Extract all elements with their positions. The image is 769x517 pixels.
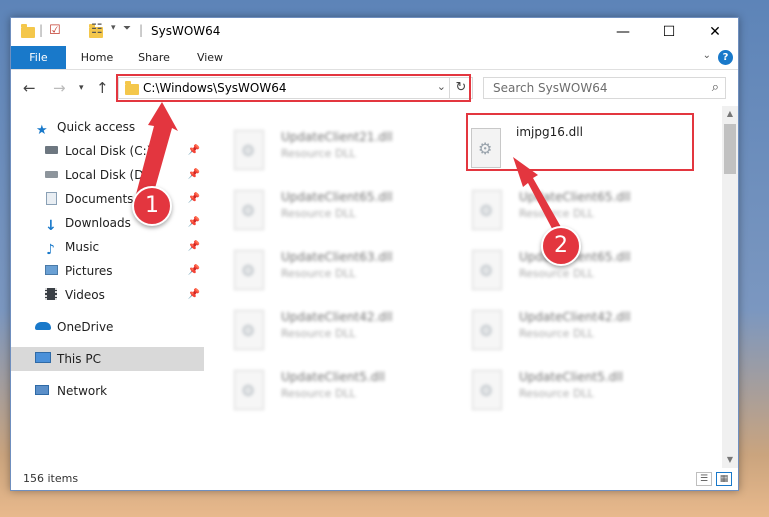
step-1-badge: 1 — [132, 186, 172, 226]
step-2-badge: 2 — [541, 226, 581, 266]
callout-arrows — [134, 102, 565, 240]
